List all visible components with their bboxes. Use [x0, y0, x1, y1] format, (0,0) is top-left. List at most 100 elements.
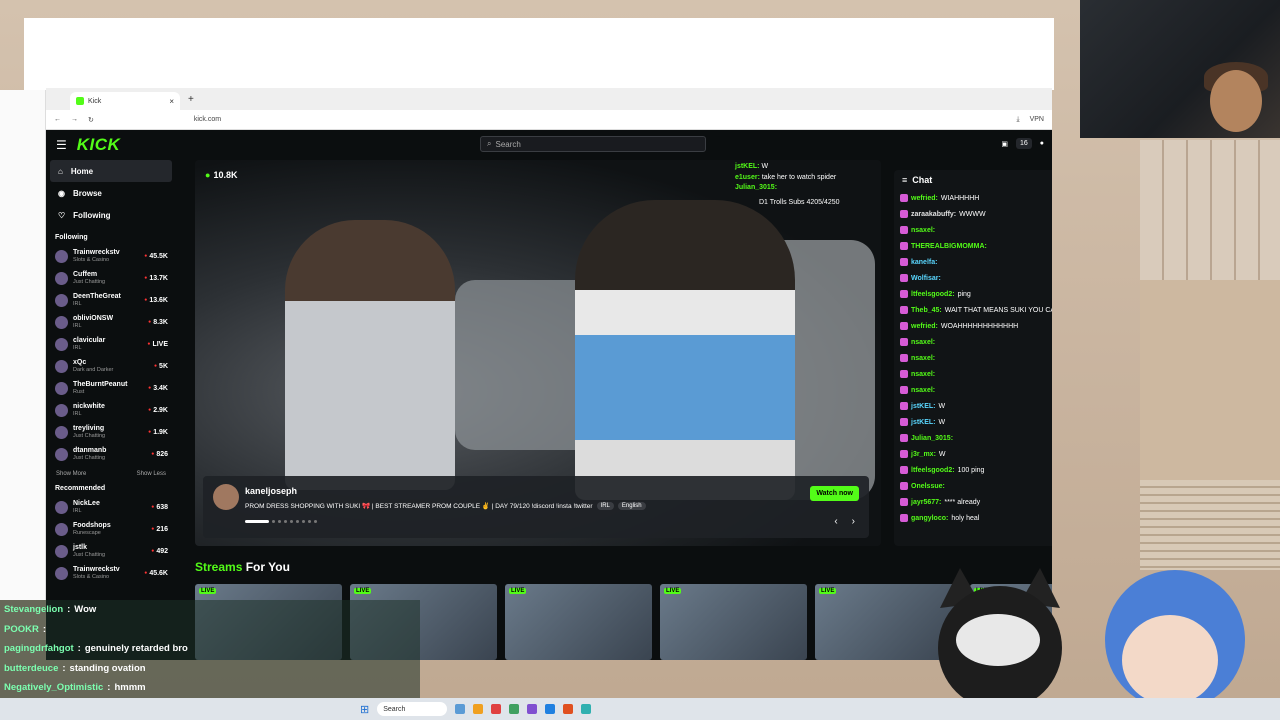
- kick-page: ☰ KICK ⌕ Search ▣ 16 ● ⌂ Home ◉ Browse ♡ Fol…: [46, 130, 1052, 660]
- close-icon[interactable]: ×: [169, 97, 174, 106]
- sidebar-channel[interactable]: TheBurntPeanutRust 3.4K: [50, 377, 172, 399]
- app-icon[interactable]: [527, 704, 538, 714]
- badge-icon: [900, 226, 908, 234]
- search-input[interactable]: ⌕ Search: [480, 136, 706, 152]
- home-icon: ⌂: [58, 166, 63, 176]
- back-icon[interactable]: ←: [54, 116, 61, 123]
- carousel-dots[interactable]: [245, 520, 317, 523]
- sidebar-channel[interactable]: jstlkJust Chatting 492: [50, 540, 172, 562]
- avatar: [55, 425, 68, 439]
- sidebar-channel[interactable]: clavicularIRL LIVE: [50, 333, 172, 355]
- stream-thumbnail[interactable]: LIVE: [660, 584, 807, 660]
- sidebar-item-following[interactable]: ♡ Following: [50, 204, 172, 226]
- streamer-name[interactable]: kaneljoseph: [245, 486, 297, 496]
- sidebar: ⌂ Home ◉ Browse ♡ Following Following Train…: [50, 160, 172, 660]
- chat-message: nsaxel:: [894, 334, 1052, 350]
- heart-icon: ♡: [58, 210, 66, 220]
- stream-title: PROM DRESS SHOPPING WITH SUKI 🎀 | BEST S…: [245, 503, 593, 510]
- kick-logo[interactable]: KICK: [77, 135, 121, 155]
- sidebar-channel[interactable]: TrainwreckstvSlots & Casino 45.6K: [50, 562, 172, 584]
- top-nav: ☰ KICK ⌕ Search ▣ 16 ●: [46, 130, 1052, 160]
- reload-icon[interactable]: ↻: [88, 116, 94, 124]
- viewer-count: 45.5K: [144, 253, 168, 260]
- app-icon[interactable]: [545, 704, 556, 714]
- recommended-heading: Recommended: [55, 485, 106, 492]
- windows-icon[interactable]: ⊞: [360, 703, 369, 716]
- sidebar-channel[interactable]: NickLeeIRL 638: [50, 496, 172, 518]
- app-icon[interactable]: [509, 704, 520, 714]
- chevron-right-icon[interactable]: ›: [852, 516, 855, 527]
- app-icon[interactable]: [581, 704, 592, 714]
- badge-icon: [900, 450, 908, 458]
- viewer-count: 10.8K: [205, 170, 237, 180]
- avatar: [55, 522, 68, 536]
- stream-thumbnail[interactable]: LIVE: [505, 584, 652, 660]
- badge-icon: [900, 386, 908, 394]
- avatar[interactable]: ●: [1040, 140, 1044, 147]
- chat-message: THEREALBIGMOMMA:: [894, 238, 1052, 254]
- url-field[interactable]: kick.com: [194, 116, 221, 123]
- badge-icon: [900, 258, 908, 266]
- app-icon[interactable]: [563, 704, 574, 714]
- tag[interactable]: English: [617, 502, 646, 510]
- live-badge: LIVE: [354, 588, 372, 594]
- watch-now-button[interactable]: Watch now: [810, 486, 859, 501]
- show-more-button[interactable]: Show More: [56, 471, 86, 477]
- notifications-icon[interactable]: ▣: [1001, 140, 1008, 148]
- viewer-count: 5K: [154, 363, 168, 370]
- app-icon[interactable]: [455, 704, 466, 714]
- show-less-button[interactable]: Show Less: [137, 471, 166, 477]
- sidebar-channel[interactable]: treylivingJust Chatting 1.9K: [50, 421, 172, 443]
- sidebar-item-browse[interactable]: ◉ Browse: [50, 182, 172, 204]
- taskbar-search[interactable]: Search: [377, 702, 448, 716]
- sidebar-channel[interactable]: TrainwreckstvSlots & Casino 45.5K: [50, 245, 172, 267]
- sidebar-channel[interactable]: FoodshopsRunescape 216: [50, 518, 172, 540]
- sidebar-channel[interactable]: DeenTheGreatIRL 13.6K: [50, 289, 172, 311]
- download-icon[interactable]: ⤓: [1016, 116, 1019, 124]
- avatar: [55, 566, 68, 580]
- external-chat-line: pagingdrfahgot: genuinely retarded bro: [0, 639, 420, 659]
- avatar[interactable]: [213, 484, 239, 510]
- vpn-button[interactable]: VPN: [1030, 116, 1044, 124]
- browse-icon: ◉: [58, 188, 65, 198]
- sidebar-channel[interactable]: nickwhiteIRL 2.9K: [50, 399, 172, 421]
- chevron-left-icon[interactable]: ‹: [834, 516, 837, 527]
- featured-stream[interactable]: 10.8K jstKEL: W e1user: take her to watc…: [195, 160, 881, 546]
- badge-icon: [900, 194, 908, 202]
- sidebar-item-home[interactable]: ⌂ Home: [50, 160, 172, 182]
- chat-message: nsaxel:: [894, 382, 1052, 398]
- sidebar-channel[interactable]: dtanmanbJust Chatting 826: [50, 443, 172, 465]
- count-badge[interactable]: 16: [1015, 138, 1032, 149]
- badge-icon: [900, 322, 908, 330]
- avatar: [55, 381, 68, 395]
- external-chat-line: butterdeuce: standing ovation: [0, 658, 420, 678]
- browser-tab[interactable]: Kick ×: [70, 92, 180, 110]
- taskbar: ⊞ Search: [0, 698, 1280, 720]
- app-icon[interactable]: [491, 704, 502, 714]
- external-chat-line: Stevangelion: Wow: [0, 600, 420, 620]
- streams-heading: Streams For You: [195, 560, 290, 574]
- wall-shelf: [1140, 140, 1280, 280]
- viewer-count: 2.9K: [148, 407, 168, 414]
- live-badge: LIVE: [664, 588, 682, 594]
- tab-title: Kick: [88, 97, 102, 105]
- menu-icon[interactable]: ☰: [56, 138, 67, 152]
- badge-icon: [900, 514, 908, 522]
- badge-icon: [900, 274, 908, 282]
- chat-message: jayr5677: **** already: [894, 494, 1052, 510]
- sidebar-channel[interactable]: CuffemJust Chatting 13.7K: [50, 267, 172, 289]
- viewer-count: 45.6K: [144, 570, 168, 577]
- forward-icon[interactable]: →: [71, 116, 78, 123]
- sidebar-channel[interactable]: xQcDark and Darker 5K: [50, 355, 172, 377]
- app-icon[interactable]: [473, 704, 484, 714]
- new-tab-icon[interactable]: +: [188, 94, 194, 105]
- streamer-figure: [575, 200, 795, 500]
- tag[interactable]: IRL: [596, 502, 614, 510]
- viewer-count: 13.6K: [144, 297, 168, 304]
- live-badge: LIVE: [199, 588, 217, 594]
- badge-icon: [900, 370, 908, 378]
- sidebar-channel[interactable]: obliviONSWIRL 8.3K: [50, 311, 172, 333]
- badge-icon: [900, 418, 908, 426]
- badge-icon: [900, 466, 908, 474]
- avatar: [55, 293, 68, 307]
